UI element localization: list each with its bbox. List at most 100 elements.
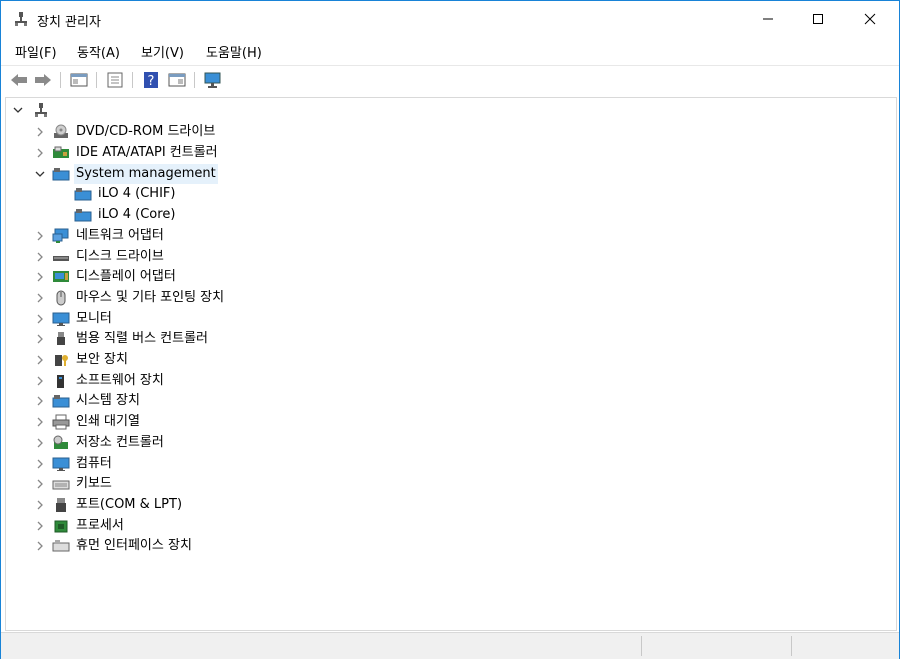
expand-chevron[interactable] bbox=[34, 292, 46, 304]
expand-chevron[interactable] bbox=[34, 333, 46, 345]
computer-icon bbox=[35, 103, 47, 117]
menu-action[interactable]: 동작(A) bbox=[77, 42, 120, 61]
window-title: 장치 관리자 bbox=[37, 15, 101, 30]
collapse-chevron[interactable] bbox=[34, 168, 46, 180]
chevron-down-icon bbox=[35, 171, 45, 177]
chevron-right-icon bbox=[37, 272, 43, 282]
monitor-icon bbox=[52, 312, 70, 326]
tree-item[interactable]: 시스템 장치 bbox=[74, 391, 142, 411]
software-device-icon bbox=[57, 375, 64, 388]
tree-child-item[interactable]: iLO 4 (CHIF) bbox=[96, 184, 177, 204]
close-button[interactable] bbox=[847, 1, 893, 37]
tree-child-item[interactable]: iLO 4 (Core) bbox=[96, 205, 177, 225]
computer-monitor-icon bbox=[52, 457, 70, 471]
svg-text:?: ? bbox=[148, 74, 155, 89]
show-hide-console-tree-button[interactable] bbox=[69, 70, 89, 90]
properties-button[interactable] bbox=[105, 70, 125, 90]
tree-item[interactable]: 디스크 드라이브 bbox=[74, 247, 166, 267]
status-bar bbox=[1, 632, 899, 659]
toolbar-separator bbox=[132, 72, 133, 88]
chevron-right-icon bbox=[37, 541, 43, 551]
port-icon bbox=[56, 498, 66, 512]
menu-view[interactable]: 보기(V) bbox=[141, 42, 184, 61]
scan-hardware-button[interactable] bbox=[203, 70, 223, 90]
status-separator bbox=[641, 636, 642, 656]
menu-file[interactable]: 파일(F) bbox=[15, 42, 57, 61]
menu-bar: 파일(F) 동작(A) 보기(V) 도움말(H) bbox=[1, 39, 899, 63]
chevron-right-icon bbox=[37, 417, 43, 427]
tree-item[interactable]: 마우스 및 기타 포인팅 장치 bbox=[74, 288, 226, 308]
back-button[interactable] bbox=[9, 70, 29, 90]
back-icon bbox=[11, 74, 27, 86]
expand-chevron[interactable] bbox=[34, 126, 46, 138]
expand-chevron[interactable] bbox=[34, 147, 46, 159]
tree-item[interactable]: 키보드 bbox=[74, 474, 114, 494]
chevron-right-icon bbox=[37, 252, 43, 262]
expand-chevron[interactable] bbox=[34, 540, 46, 552]
minimize-button[interactable] bbox=[745, 1, 791, 37]
tree-item[interactable]: IDE ATA/ATAPI 컨트롤러 bbox=[74, 143, 220, 163]
chevron-right-icon bbox=[37, 459, 43, 469]
expand-chevron[interactable] bbox=[34, 271, 46, 283]
keyboard-icon bbox=[52, 480, 70, 490]
tree-item[interactable]: System management bbox=[74, 164, 218, 184]
display-adapter-icon bbox=[53, 271, 69, 282]
expand-chevron[interactable] bbox=[34, 437, 46, 449]
expand-chevron[interactable] bbox=[34, 478, 46, 490]
tree-item[interactable]: 범용 직렬 버스 컨트롤러 bbox=[74, 329, 210, 349]
tree-item[interactable]: 휴먼 인터페이스 장치 bbox=[74, 536, 194, 556]
system-management-icon bbox=[52, 168, 70, 181]
security-device-icon bbox=[55, 355, 68, 366]
tree-item[interactable]: 프로세서 bbox=[74, 516, 126, 536]
tree-item[interactable]: 포트(COM & LPT) bbox=[74, 495, 184, 515]
tree-item[interactable]: 네트워크 어댑터 bbox=[74, 226, 166, 246]
dvd-drive-icon bbox=[54, 124, 68, 138]
help-button[interactable]: ? bbox=[141, 70, 161, 90]
maximize-button[interactable] bbox=[795, 1, 841, 37]
chevron-right-icon bbox=[37, 521, 43, 531]
expand-chevron[interactable] bbox=[34, 375, 46, 387]
forward-button[interactable] bbox=[33, 70, 53, 90]
tree-item[interactable]: 보안 장치 bbox=[74, 350, 130, 370]
expand-chevron[interactable] bbox=[34, 230, 46, 242]
tree-item[interactable]: 디스플레이 어댑터 bbox=[74, 267, 178, 287]
toolbar-separator bbox=[60, 72, 61, 88]
toolbar-separator bbox=[194, 72, 195, 88]
title-bar[interactable]: 장치 관리자 bbox=[1, 1, 899, 37]
device-manager-icon bbox=[15, 12, 27, 26]
device-tree[interactable]: DVD/CD-ROM 드라이브 IDE ATA/ATAPI 컨트롤러 System … bbox=[5, 97, 897, 631]
properties-icon bbox=[107, 72, 123, 88]
tree-item[interactable]: 모니터 bbox=[74, 309, 114, 329]
expand-chevron[interactable] bbox=[34, 354, 46, 366]
tree-item[interactable]: 저장소 컨트롤러 bbox=[74, 433, 166, 453]
expand-chevron[interactable] bbox=[34, 416, 46, 428]
tree-item[interactable]: 컴퓨터 bbox=[74, 454, 114, 474]
minimize-icon bbox=[763, 18, 773, 20]
scan-hardware-icon bbox=[204, 72, 221, 88]
action-pane-button[interactable] bbox=[167, 70, 187, 90]
storage-controller-icon bbox=[53, 435, 68, 449]
tree-item[interactable]: DVD/CD-ROM 드라이브 bbox=[74, 122, 217, 142]
ide-controller-icon bbox=[53, 146, 69, 158]
device-manager-window: 장치 관리자 파일(F) 동작(A) 보기(V) 도움말(H) ? DVD/CD… bbox=[0, 0, 900, 659]
root-collapse-chevron[interactable] bbox=[12, 104, 24, 116]
processor-icon bbox=[54, 520, 68, 533]
close-icon bbox=[864, 13, 876, 25]
help-icon: ? bbox=[144, 72, 158, 89]
expand-chevron[interactable] bbox=[34, 313, 46, 325]
expand-chevron[interactable] bbox=[34, 499, 46, 511]
expand-chevron[interactable] bbox=[34, 520, 46, 532]
menu-help[interactable]: 도움말(H) bbox=[206, 42, 262, 61]
expand-chevron[interactable] bbox=[34, 395, 46, 407]
expand-chevron[interactable] bbox=[34, 458, 46, 470]
expand-chevron[interactable] bbox=[34, 251, 46, 263]
system-device-icon bbox=[52, 395, 70, 408]
chevron-right-icon bbox=[37, 231, 43, 241]
usb-icon bbox=[57, 332, 65, 345]
printer-icon bbox=[52, 414, 70, 430]
tree-item[interactable]: 인쇄 대기열 bbox=[74, 412, 142, 432]
status-separator bbox=[791, 636, 792, 656]
chevron-right-icon bbox=[37, 334, 43, 344]
tree-item[interactable]: 소프트웨어 장치 bbox=[74, 371, 166, 391]
forward-icon bbox=[35, 74, 51, 86]
